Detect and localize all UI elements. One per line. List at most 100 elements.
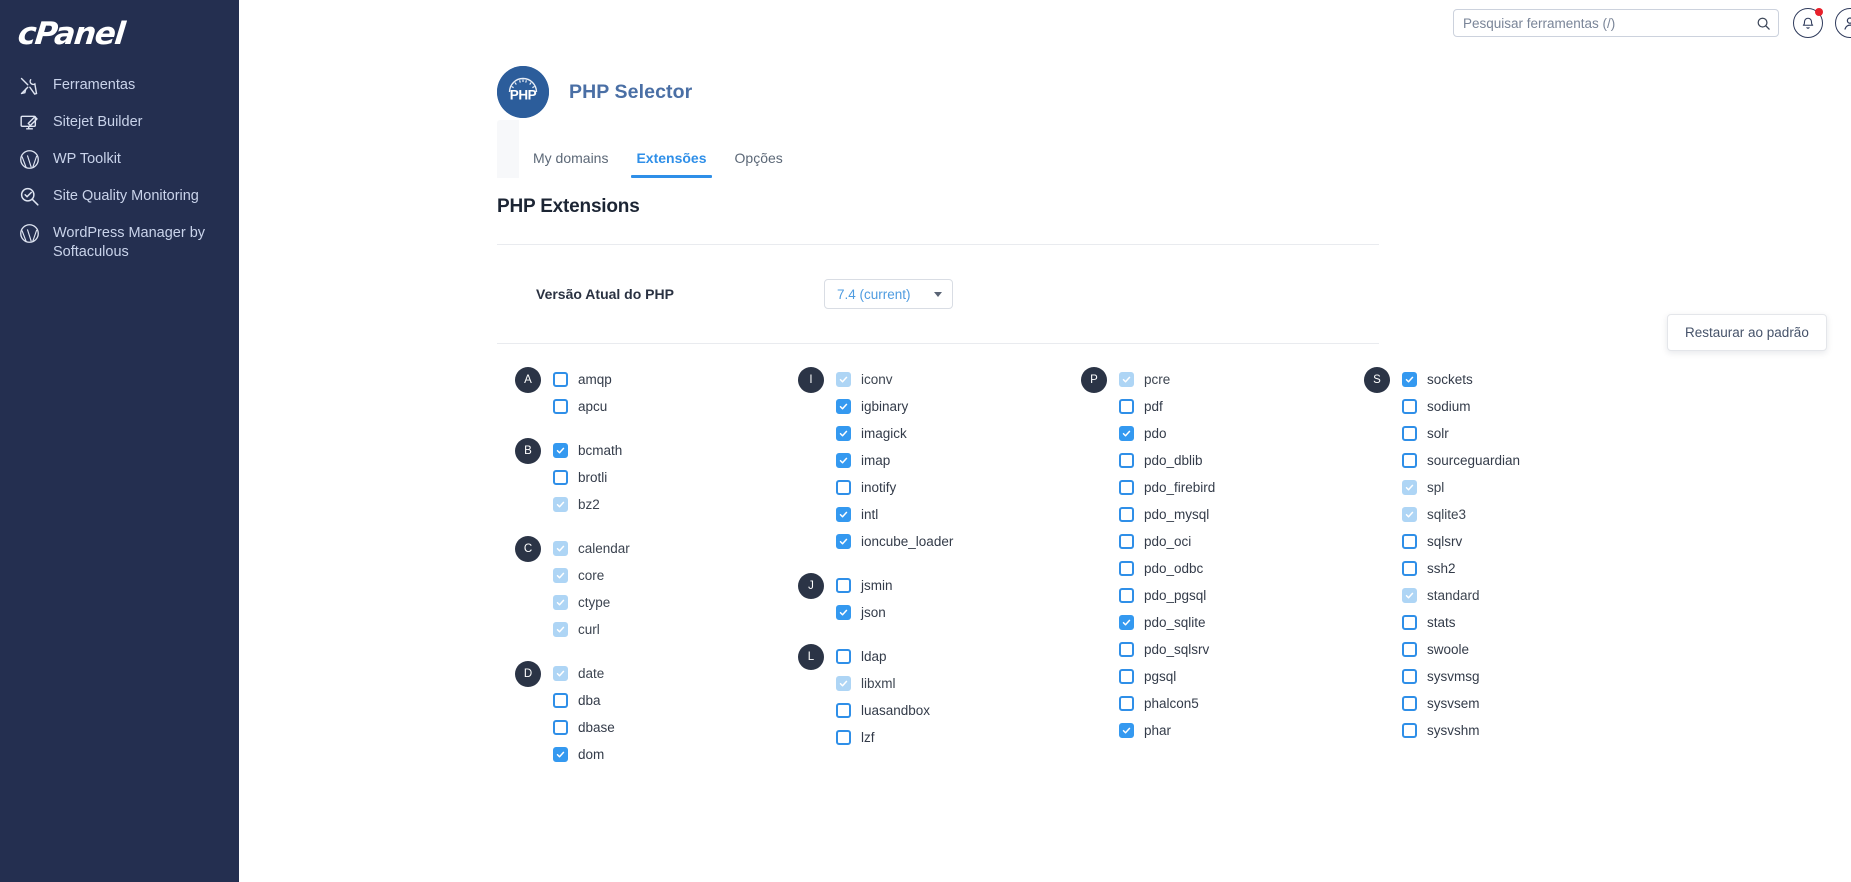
- extension-toggle-pdo_oci[interactable]: pdo_oci: [1119, 534, 1191, 550]
- php-version-select[interactable]: 7.4 (current): [824, 279, 953, 309]
- checkbox-ssh2[interactable]: [1402, 561, 1417, 576]
- checkbox-pdo[interactable]: [1119, 426, 1134, 441]
- brand[interactable]: cPanel: [0, 0, 239, 62]
- extension-toggle-pgsql[interactable]: pgsql: [1119, 669, 1176, 685]
- checkbox-igbinary[interactable]: [836, 399, 851, 414]
- extension-toggle-brotli[interactable]: brotli: [553, 470, 607, 486]
- checkbox-dba[interactable]: [553, 693, 568, 708]
- checkbox-imagick[interactable]: [836, 426, 851, 441]
- sidebar-item-wp-toolkit[interactable]: WP Toolkit: [0, 141, 239, 178]
- extension-toggle-pdo_odbc[interactable]: pdo_odbc: [1119, 561, 1203, 577]
- checkbox-sockets[interactable]: [1402, 372, 1417, 387]
- extension-toggle-sockets[interactable]: sockets: [1402, 372, 1473, 388]
- checkbox-pdo_dblib[interactable]: [1119, 453, 1134, 468]
- extension-toggle-sysvmsg[interactable]: sysvmsg: [1402, 669, 1480, 685]
- extension-toggle-apcu[interactable]: apcu: [553, 399, 607, 415]
- extension-toggle-sysvsem[interactable]: sysvsem: [1402, 696, 1480, 712]
- page: PHP PHP Selector My domains Extensões Op…: [239, 46, 1851, 768]
- checkbox-sysvshm[interactable]: [1402, 723, 1417, 738]
- checkbox-phar[interactable]: [1119, 723, 1134, 738]
- account-avatar[interactable]: [1835, 8, 1851, 38]
- checkbox-dom[interactable]: [553, 747, 568, 762]
- checkbox-solr[interactable]: [1402, 426, 1417, 441]
- checkbox-imap[interactable]: [836, 453, 851, 468]
- extension-toggle-lzf[interactable]: lzf: [836, 730, 875, 746]
- extension-toggle-ldap[interactable]: ldap: [836, 649, 887, 665]
- extension-toggle-dba[interactable]: dba: [553, 693, 601, 709]
- extension-toggle-json[interactable]: json: [836, 605, 886, 621]
- extension-toggle-pdo[interactable]: pdo: [1119, 426, 1167, 442]
- checkbox-stats[interactable]: [1402, 615, 1417, 630]
- extension-toggle-imagick[interactable]: imagick: [836, 426, 907, 442]
- extension-toggle-imap[interactable]: imap: [836, 453, 890, 469]
- checkbox-pdf[interactable]: [1119, 399, 1134, 414]
- sidebar-item-sitejet-builder[interactable]: Sitejet Builder: [0, 104, 239, 141]
- checkbox-sodium[interactable]: [1402, 399, 1417, 414]
- tab-my-domains[interactable]: My domains: [519, 149, 622, 178]
- extension-toggle-luasandbox[interactable]: luasandbox: [836, 703, 930, 719]
- sidebar-item-ferramentas[interactable]: Ferramentas: [0, 67, 239, 104]
- notifications-button[interactable]: [1793, 8, 1823, 38]
- checkbox-apcu[interactable]: [553, 399, 568, 414]
- extension-toggle-solr[interactable]: solr: [1402, 426, 1449, 442]
- checkbox-pdo_odbc[interactable]: [1119, 561, 1134, 576]
- extension-toggle-pdf[interactable]: pdf: [1119, 399, 1163, 415]
- extension-toggle-pdo_sqlite[interactable]: pdo_sqlite: [1119, 615, 1206, 631]
- extension-toggle-phar[interactable]: phar: [1119, 723, 1171, 739]
- extension-toggle-stats[interactable]: stats: [1402, 615, 1456, 631]
- checkbox-ioncube_loader[interactable]: [836, 534, 851, 549]
- extension-toggle-bcmath[interactable]: bcmath: [553, 443, 622, 459]
- extension-toggle-dom[interactable]: dom: [553, 747, 604, 763]
- checkbox-luasandbox[interactable]: [836, 703, 851, 718]
- extension-toggle-pdo_pgsql[interactable]: pdo_pgsql: [1119, 588, 1206, 604]
- sidebar-item-site-quality-monitoring[interactable]: Site Quality Monitoring: [0, 178, 239, 215]
- checkbox-pdo_sqlite[interactable]: [1119, 615, 1134, 630]
- tab-opcoes[interactable]: Opções: [721, 149, 797, 178]
- checkbox-pdo_mysql[interactable]: [1119, 507, 1134, 522]
- extension-toggle-dbase[interactable]: dbase: [553, 720, 615, 736]
- extension-toggle-sqlsrv[interactable]: sqlsrv: [1402, 534, 1462, 550]
- extension-toggle-phalcon5[interactable]: phalcon5: [1119, 696, 1199, 712]
- extension-toggle-swoole[interactable]: swoole: [1402, 642, 1469, 658]
- checkbox-brotli[interactable]: [553, 470, 568, 485]
- checkbox-pdo_pgsql[interactable]: [1119, 588, 1134, 603]
- extension-toggle-amqp[interactable]: amqp: [553, 372, 612, 388]
- checkbox-amqp[interactable]: [553, 372, 568, 387]
- checkbox-pgsql[interactable]: [1119, 669, 1134, 684]
- extension-toggle-pdo_sqlsrv[interactable]: pdo_sqlsrv: [1119, 642, 1209, 658]
- extension-toggle-igbinary[interactable]: igbinary: [836, 399, 908, 415]
- search-input[interactable]: [1453, 9, 1779, 37]
- extension-toggle-pdo_firebird[interactable]: pdo_firebird: [1119, 480, 1215, 496]
- extension-toggle-sodium[interactable]: sodium: [1402, 399, 1471, 415]
- search-icon[interactable]: [1753, 13, 1773, 33]
- checkbox-sysvsem[interactable]: [1402, 696, 1417, 711]
- checkbox-phalcon5[interactable]: [1119, 696, 1134, 711]
- checkbox-sysvmsg[interactable]: [1402, 669, 1417, 684]
- extension-toggle-sysvshm[interactable]: sysvshm: [1402, 723, 1480, 739]
- checkbox-pdo_firebird[interactable]: [1119, 480, 1134, 495]
- extension-toggle-pdo_dblib[interactable]: pdo_dblib: [1119, 453, 1203, 469]
- checkbox-dbase[interactable]: [553, 720, 568, 735]
- checkbox-intl[interactable]: [836, 507, 851, 522]
- extension-toggle-sourceguardian[interactable]: sourceguardian: [1402, 453, 1520, 469]
- extension-toggle-inotify[interactable]: inotify: [836, 480, 896, 496]
- checkbox-lzf[interactable]: [836, 730, 851, 745]
- checkbox-json[interactable]: [836, 605, 851, 620]
- checkbox-sqlsrv[interactable]: [1402, 534, 1417, 549]
- tab-extensoes[interactable]: Extensões: [622, 149, 720, 178]
- checkbox-sourceguardian[interactable]: [1402, 453, 1417, 468]
- checkbox-bcmath[interactable]: [553, 443, 568, 458]
- sidebar-item-wordpress-manager-by-softaculous[interactable]: WordPress Manager by Softaculous: [0, 215, 239, 270]
- extension-toggle-jsmin[interactable]: jsmin: [836, 578, 893, 594]
- checkbox-pdo_sqlsrv[interactable]: [1119, 642, 1134, 657]
- extension-toggle-ioncube_loader[interactable]: ioncube_loader: [836, 534, 953, 550]
- checkbox-jsmin[interactable]: [836, 578, 851, 593]
- checkbox-swoole[interactable]: [1402, 642, 1417, 657]
- extension-toggle-ssh2[interactable]: ssh2: [1402, 561, 1456, 577]
- checkbox-ldap[interactable]: [836, 649, 851, 664]
- extension-toggle-pdo_mysql[interactable]: pdo_mysql: [1119, 507, 1209, 523]
- checkbox-pdo_oci[interactable]: [1119, 534, 1134, 549]
- extension-toggle-intl[interactable]: intl: [836, 507, 878, 523]
- checkbox-inotify[interactable]: [836, 480, 851, 495]
- restore-defaults-button[interactable]: Restaurar ao padrão: [1667, 314, 1827, 351]
